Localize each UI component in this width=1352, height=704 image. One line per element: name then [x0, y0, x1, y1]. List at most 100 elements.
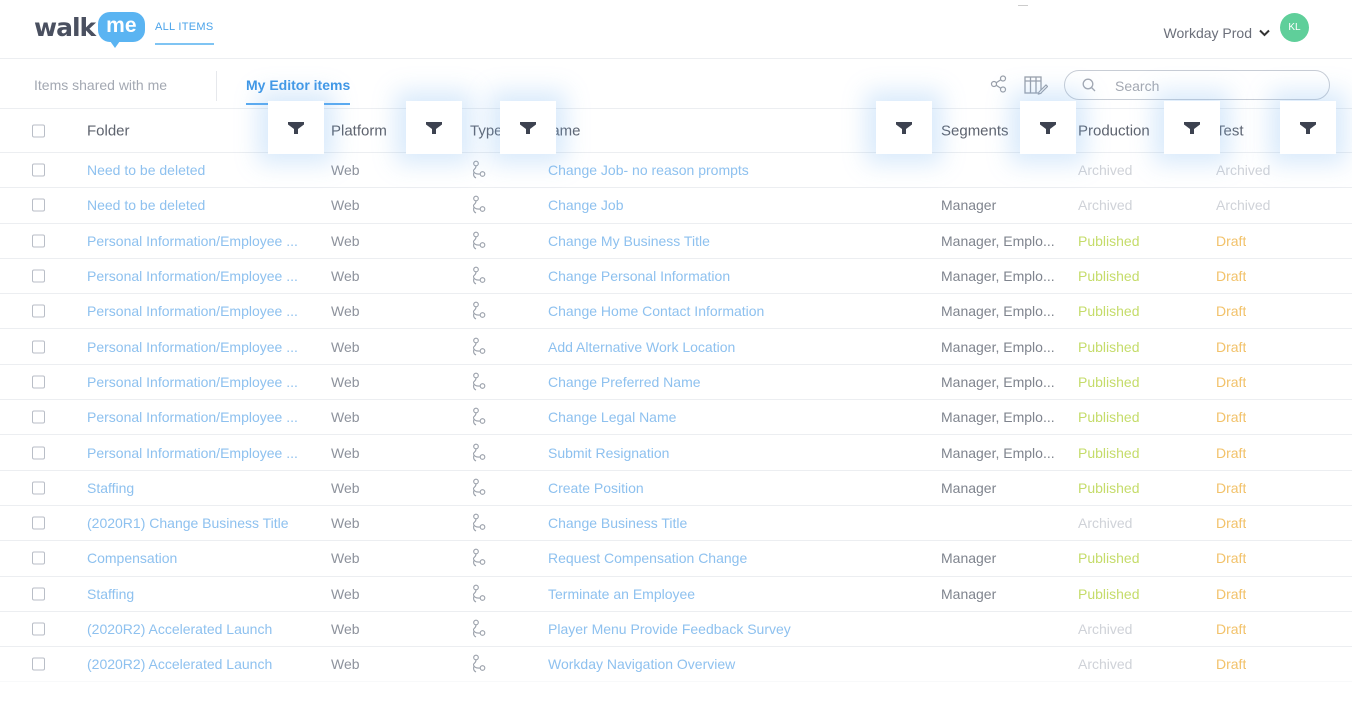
- table-row[interactable]: Personal Information/Employee ... Web Chan…: [0, 222, 1352, 258]
- cell-folder[interactable]: Personal Information/Employee ...: [87, 303, 322, 319]
- row-checkbox[interactable]: [32, 234, 45, 248]
- cell-test-status: Draft: [1216, 656, 1247, 673]
- filter-button-platform[interactable]: [406, 101, 462, 154]
- table-row[interactable]: Personal Information/Employee ... Web Chan…: [0, 257, 1352, 293]
- cell-folder[interactable]: Personal Information/Employee ...: [87, 268, 322, 284]
- cell-test-status: Archived: [1216, 197, 1271, 214]
- cell-platform: Web: [331, 373, 360, 390]
- cell-folder[interactable]: Personal Information/Employee ...: [87, 445, 322, 461]
- cell-platform: Web: [331, 444, 360, 461]
- filter-button-name[interactable]: [876, 101, 932, 154]
- row-checkbox[interactable]: [32, 481, 45, 495]
- cell-name[interactable]: Change Job: [548, 197, 928, 213]
- table-row[interactable]: Compensation Web Request Compensation Chan…: [0, 540, 1352, 575]
- row-checkbox[interactable]: [32, 163, 45, 177]
- column-header-platform[interactable]: Platform: [331, 122, 387, 139]
- share-icon[interactable]: [990, 75, 1008, 93]
- table-row[interactable]: Personal Information/Employee ... Web Chan…: [0, 293, 1352, 328]
- columns-edit-icon[interactable]: [1024, 75, 1048, 95]
- table-row[interactable]: Need to be deleted Web Change Job- no reas…: [0, 152, 1352, 187]
- cell-folder[interactable]: Compensation: [87, 550, 322, 566]
- row-checkbox[interactable]: [32, 340, 45, 354]
- cell-name[interactable]: Workday Navigation Overview: [548, 656, 928, 672]
- cell-name[interactable]: Request Compensation Change: [548, 550, 928, 566]
- table-row[interactable]: (2020R2) Accelerated Launch Web Player Men…: [0, 610, 1352, 646]
- cell-platform: Web: [331, 303, 360, 320]
- row-checkbox[interactable]: [32, 657, 45, 671]
- flow-icon: [470, 443, 488, 463]
- cell-name[interactable]: Change Personal Information: [548, 268, 928, 284]
- cell-name[interactable]: Change Business Title: [548, 515, 928, 531]
- row-checkbox[interactable]: [32, 375, 45, 389]
- tab-shared-with-me[interactable]: Items shared with me: [34, 77, 167, 93]
- cell-folder[interactable]: (2020R2) Accelerated Launch: [87, 656, 322, 672]
- cell-folder[interactable]: (2020R1) Change Business Title: [87, 515, 322, 531]
- row-checkbox[interactable]: [32, 198, 45, 212]
- cell-name[interactable]: Change My Business Title: [548, 233, 928, 249]
- cell-name[interactable]: Change Legal Name: [548, 409, 928, 425]
- cell-test-status: Draft: [1216, 373, 1247, 390]
- row-checkbox[interactable]: [32, 304, 45, 318]
- row-checkbox[interactable]: [32, 587, 45, 601]
- table-row[interactable]: Staffing Web Create Position Manager Publish…: [0, 469, 1352, 505]
- cell-name[interactable]: Add Alternative Work Location: [548, 339, 928, 355]
- cell-folder[interactable]: Personal Information/Employee ...: [87, 339, 322, 355]
- cell-folder[interactable]: (2020R2) Accelerated Launch: [87, 621, 322, 637]
- filter-button-type[interactable]: [500, 101, 556, 154]
- logo-text-walk: walk: [34, 12, 96, 42]
- flow-icon: [470, 548, 488, 568]
- flow-icon: [470, 195, 488, 215]
- cell-segments: Manager, Emplo...: [941, 409, 1055, 426]
- avatar[interactable]: KL: [1280, 13, 1309, 42]
- table-row[interactable]: Staffing Web Terminate an Employee Manager P…: [0, 575, 1352, 611]
- flow-icon: [470, 407, 488, 427]
- table-row[interactable]: Personal Information/Employee ... Web Add …: [0, 328, 1352, 363]
- cell-name[interactable]: Create Position: [548, 480, 928, 496]
- cell-test-status: Draft: [1216, 550, 1247, 567]
- filter-button-folder[interactable]: [268, 101, 324, 154]
- filter-button-segments[interactable]: [1020, 101, 1076, 154]
- row-checkbox[interactable]: [32, 410, 45, 424]
- logo-text-me: me: [98, 12, 145, 48]
- walkme-logo[interactable]: walk me: [34, 12, 145, 48]
- row-checkbox[interactable]: [32, 622, 45, 636]
- cell-folder[interactable]: Need to be deleted: [87, 162, 322, 178]
- filter-button-production[interactable]: [1164, 101, 1220, 154]
- table-row[interactable]: (2020R1) Change Business Title Web Change …: [0, 504, 1352, 540]
- row-checkbox[interactable]: [32, 446, 45, 460]
- row-checkbox[interactable]: [32, 269, 45, 283]
- table-row[interactable]: Personal Information/Employee ... Web Chan…: [0, 363, 1352, 399]
- cell-name[interactable]: Change Home Contact Information: [548, 303, 928, 319]
- cell-folder[interactable]: Staffing: [87, 586, 322, 602]
- filter-button-test[interactable]: [1280, 101, 1336, 154]
- cell-folder[interactable]: Staffing: [87, 480, 322, 496]
- table-row[interactable]: Need to be deleted Web Change Job Manager Ar…: [0, 187, 1352, 222]
- row-checkbox[interactable]: [32, 551, 45, 565]
- cell-platform: Web: [331, 338, 360, 355]
- cell-folder[interactable]: Personal Information/Employee ...: [87, 409, 322, 425]
- filter-icon: [1300, 121, 1316, 134]
- nav-all-items[interactable]: ALL ITEMS: [155, 21, 214, 45]
- search-box[interactable]: [1064, 70, 1330, 100]
- search-input[interactable]: [1115, 76, 1315, 96]
- cell-folder[interactable]: Personal Information/Employee ...: [87, 233, 322, 249]
- cell-name[interactable]: Submit Resignation: [548, 445, 928, 461]
- cell-folder[interactable]: Personal Information/Employee ...: [87, 374, 322, 390]
- cell-name[interactable]: Player Menu Provide Feedback Survey: [548, 621, 928, 637]
- cell-name[interactable]: Change Job- no reason prompts: [548, 162, 928, 178]
- table-row[interactable]: (2020R2) Accelerated Launch Web Workday Na…: [0, 646, 1352, 681]
- cell-name[interactable]: Terminate an Employee: [548, 586, 928, 602]
- flow-icon: [470, 337, 488, 357]
- cell-production-status: Published: [1078, 373, 1140, 390]
- select-all-checkbox[interactable]: [32, 124, 45, 137]
- column-header-test[interactable]: Test: [1216, 122, 1244, 139]
- row-checkbox[interactable]: [32, 516, 45, 530]
- environment-selector[interactable]: Workday Prod: [1164, 25, 1270, 41]
- column-header-production[interactable]: Production: [1078, 122, 1150, 139]
- cell-name[interactable]: Change Preferred Name: [548, 374, 928, 390]
- table-row[interactable]: Personal Information/Employee ... Web Subm…: [0, 434, 1352, 469]
- column-header-type[interactable]: Type: [470, 122, 503, 139]
- table-row[interactable]: Personal Information/Employee ... Web Chan…: [0, 399, 1352, 434]
- cell-folder[interactable]: Need to be deleted: [87, 197, 322, 213]
- column-header-name[interactable]: lame: [548, 122, 928, 139]
